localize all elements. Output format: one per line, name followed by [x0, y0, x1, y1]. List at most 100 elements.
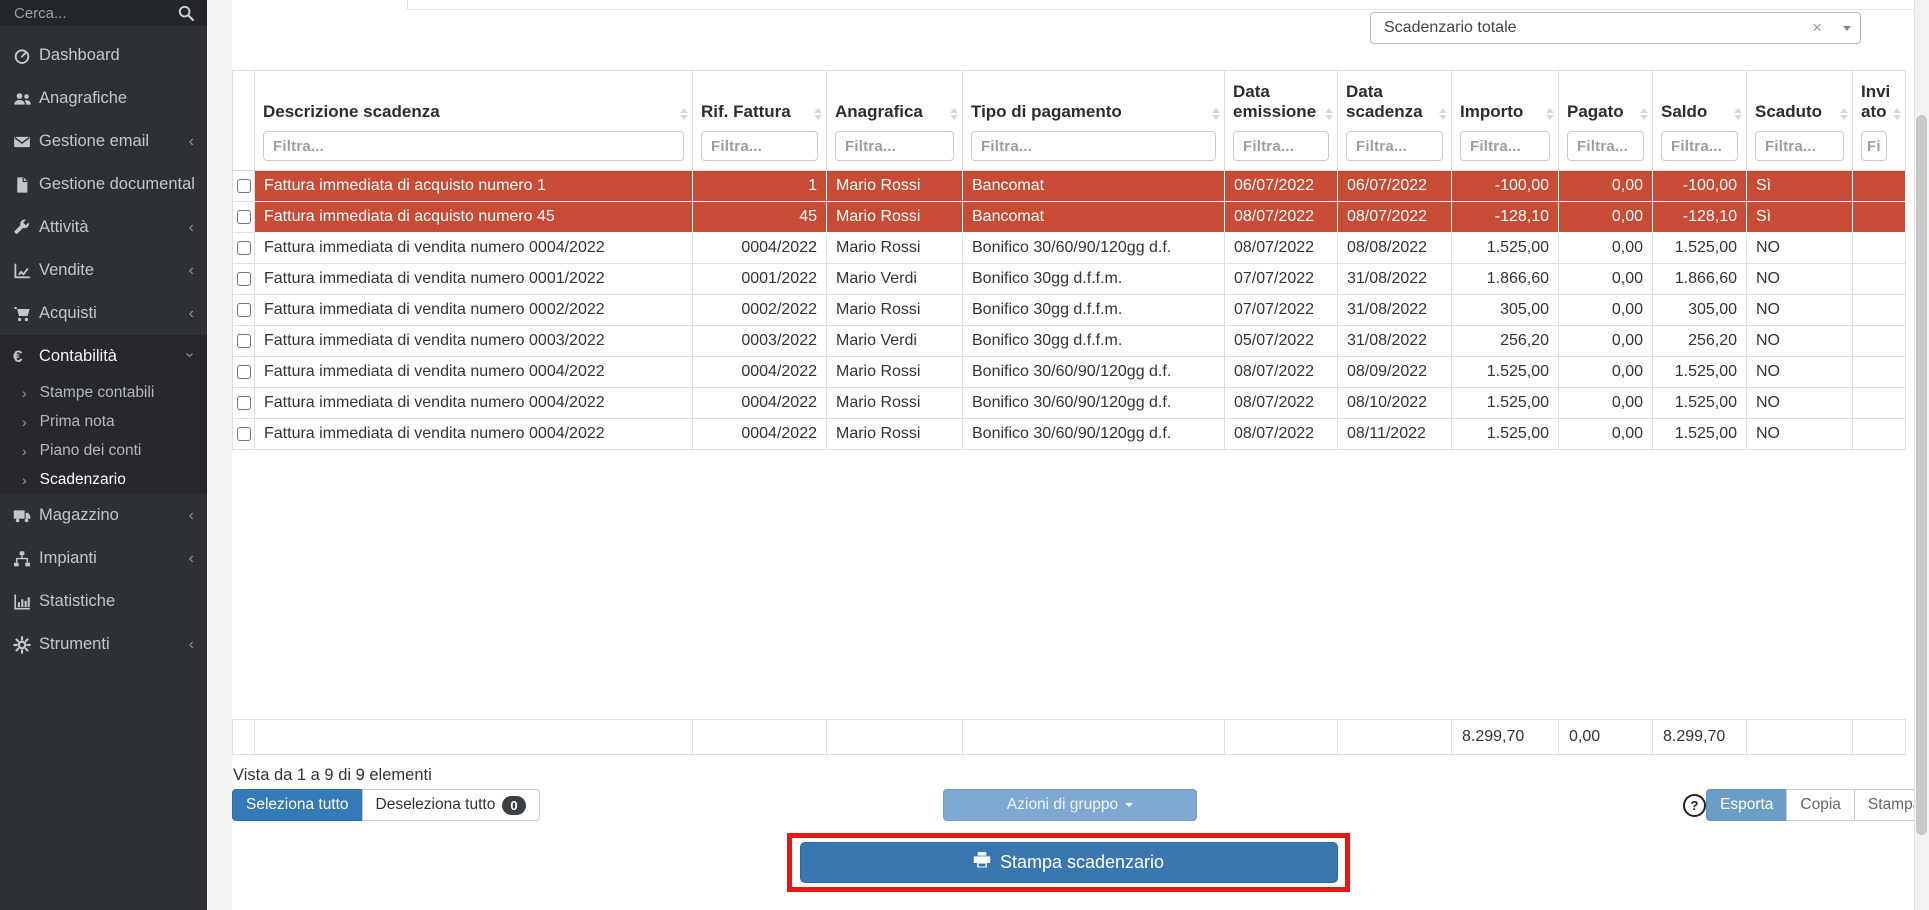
scrollbar-thumb[interactable] [1916, 115, 1927, 835]
row-checkbox[interactable] [237, 334, 251, 348]
table-row[interactable]: Fattura immediata di vendita numero 0003… [233, 326, 1906, 357]
sidebar-subitem-stampe-contabili[interactable]: ›Stampe contabili [0, 378, 207, 407]
sort-icon[interactable] [1640, 108, 1648, 120]
sidebar-item-impianti[interactable]: Impianti‹ [0, 537, 207, 580]
table-row[interactable]: Fattura immediata di vendita numero 0002… [233, 295, 1906, 326]
sidebar: DashboardAnagraficheGestione email‹Gesti… [0, 0, 207, 910]
row-checkbox[interactable] [237, 396, 251, 410]
clear-icon[interactable]: × [1800, 18, 1834, 38]
table-row[interactable]: Fattura immediata di vendita numero 0004… [233, 419, 1906, 450]
column-header-descrizione-scadenza[interactable]: Descrizione scadenza [255, 71, 693, 171]
chevron-left-icon: ‹ [185, 551, 194, 567]
sidebar-subitem-scadenzario[interactable]: ›Scadenzario [0, 465, 207, 494]
column-header-inviato[interactable]: Inviato [1853, 71, 1906, 171]
truck-icon [13, 507, 39, 525]
cell-saldo: 1.525,00 [1653, 233, 1747, 264]
cell-anag: Mario Rossi [827, 357, 963, 388]
row-checkbox[interactable] [237, 179, 251, 193]
table-row[interactable]: Fattura immediata di vendita numero 0001… [233, 264, 1906, 295]
filter-input-rif[interactable] [701, 131, 818, 161]
column-header-scaduto[interactable]: Scaduto [1747, 71, 1853, 171]
table-row[interactable]: Fattura immediata di vendita numero 0004… [233, 388, 1906, 419]
filter-input-tipo[interactable] [971, 131, 1216, 161]
schedule-filter-select[interactable]: Scadenzario totale × [1370, 12, 1861, 44]
row-checkbox[interactable] [237, 272, 251, 286]
sidebar-item-dashboard[interactable]: Dashboard [0, 34, 207, 77]
row-checkbox[interactable] [237, 303, 251, 317]
column-header-saldo[interactable]: Saldo [1653, 71, 1747, 171]
cell-desc: Fattura immediata di vendita numero 0001… [255, 264, 693, 295]
table-row[interactable]: Fattura immediata di acquisto numero 454… [233, 202, 1906, 233]
column-header-tipo-di-pagamento[interactable]: Tipo di pagamento [963, 71, 1225, 171]
sidebar-item-gestione-documentale[interactable]: Gestione documentale [0, 163, 207, 206]
print-schedule-button[interactable]: Stampa scadenzario [800, 842, 1338, 883]
filter-input-pagato[interactable] [1567, 131, 1644, 161]
export-button[interactable]: Esporta [1706, 789, 1787, 821]
search-input[interactable] [12, 4, 171, 23]
row-checkbox[interactable] [237, 241, 251, 255]
row-checkbox[interactable] [237, 365, 251, 379]
search-icon[interactable] [177, 4, 195, 22]
sidebar-item-acquisti[interactable]: Acquisti‹ [0, 292, 207, 335]
sidebar-item-strumenti[interactable]: Strumenti‹ [0, 623, 207, 666]
column-header-data-emissione[interactable]: Data emissione [1225, 71, 1338, 171]
filter-input-saldo[interactable] [1661, 131, 1738, 161]
column-header-anagrafica[interactable]: Anagrafica [827, 71, 963, 171]
sidebar-item-contabilita[interactable]: €Contabilità‹ [0, 335, 207, 378]
cell-emiss: 08/07/2022 [1225, 419, 1338, 450]
sidebar-item-magazzino[interactable]: Magazzino‹ [0, 494, 207, 537]
filter-input-scad[interactable] [1346, 131, 1443, 161]
row-checkbox[interactable] [237, 427, 251, 441]
sort-icon[interactable] [680, 108, 688, 120]
sort-icon[interactable] [1439, 108, 1447, 120]
sidebar-item-anagrafiche[interactable]: Anagrafiche [0, 77, 207, 120]
cell-scad: 08/08/2022 [1338, 233, 1452, 264]
group-actions-button[interactable]: Azioni di gruppo [943, 789, 1197, 821]
sort-icon[interactable] [950, 108, 958, 120]
filter-input-importo[interactable] [1460, 131, 1550, 161]
chevron-right-icon: › [22, 443, 27, 459]
table-row[interactable]: Fattura immediata di vendita numero 0004… [233, 357, 1906, 388]
column-title: Pagato [1567, 102, 1644, 123]
chevron-down-icon[interactable] [1834, 13, 1860, 43]
scrollbar-track[interactable] [1914, 0, 1929, 910]
sort-icon[interactable] [1840, 108, 1848, 120]
sort-icon[interactable] [814, 108, 822, 120]
cell-pagato: 0,00 [1559, 171, 1653, 202]
sidebar-subitem-piano-dei-conti[interactable]: ›Piano dei conti [0, 436, 207, 465]
total-saldo: 8.299,70 [1653, 720, 1747, 755]
help-icon[interactable]: ? [1683, 794, 1706, 817]
cell-desc: Fattura immediata di vendita numero 0004… [255, 388, 693, 419]
column-header-importo[interactable]: Importo [1452, 71, 1559, 171]
bar-chart-icon [13, 593, 39, 611]
filter-input-inviato[interactable] [1861, 131, 1887, 161]
sort-icon[interactable] [1546, 108, 1554, 120]
column-header-checkbox [233, 71, 255, 171]
filter-input-scaduto[interactable] [1755, 131, 1844, 161]
row-checkbox[interactable] [237, 210, 251, 224]
sidebar-item-gestione-email[interactable]: Gestione email‹ [0, 120, 207, 163]
caret-down-icon [1125, 803, 1133, 807]
total-scad [1338, 720, 1452, 755]
sort-icon[interactable] [1734, 108, 1742, 120]
filter-input-anag[interactable] [835, 131, 954, 161]
sort-icon[interactable] [1893, 108, 1901, 120]
column-header-pagato[interactable]: Pagato [1559, 71, 1653, 171]
filter-input-emiss[interactable] [1233, 131, 1329, 161]
copy-button[interactable]: Copia [1786, 789, 1855, 821]
table-row[interactable]: Fattura immediata di vendita numero 0004… [233, 233, 1906, 264]
select-all-button[interactable]: Seleziona tutto [232, 789, 363, 821]
column-header-rif-fattura[interactable]: Rif. Fattura [693, 71, 827, 171]
deselect-all-button[interactable]: Deseleziona tutto 0 [362, 789, 540, 821]
chevron-left-icon: ‹ [185, 220, 194, 236]
sidebar-item-attivita[interactable]: Attività‹ [0, 206, 207, 249]
table-row[interactable]: Fattura immediata di acquisto numero 11M… [233, 171, 1906, 202]
column-header-data-scadenza[interactable]: Data scadenza [1338, 71, 1452, 171]
sidebar-subitem-prima-nota[interactable]: ›Prima nota [0, 407, 207, 436]
sort-icon[interactable] [1325, 108, 1333, 120]
filter-input-desc[interactable] [263, 131, 684, 161]
sidebar-item-statistiche[interactable]: Statistiche [0, 580, 207, 623]
sidebar-item-vendite[interactable]: Vendite‹ [0, 249, 207, 292]
sort-icon[interactable] [1212, 108, 1220, 120]
sidebar-subitem-label: Stampe contabili [40, 384, 155, 402]
